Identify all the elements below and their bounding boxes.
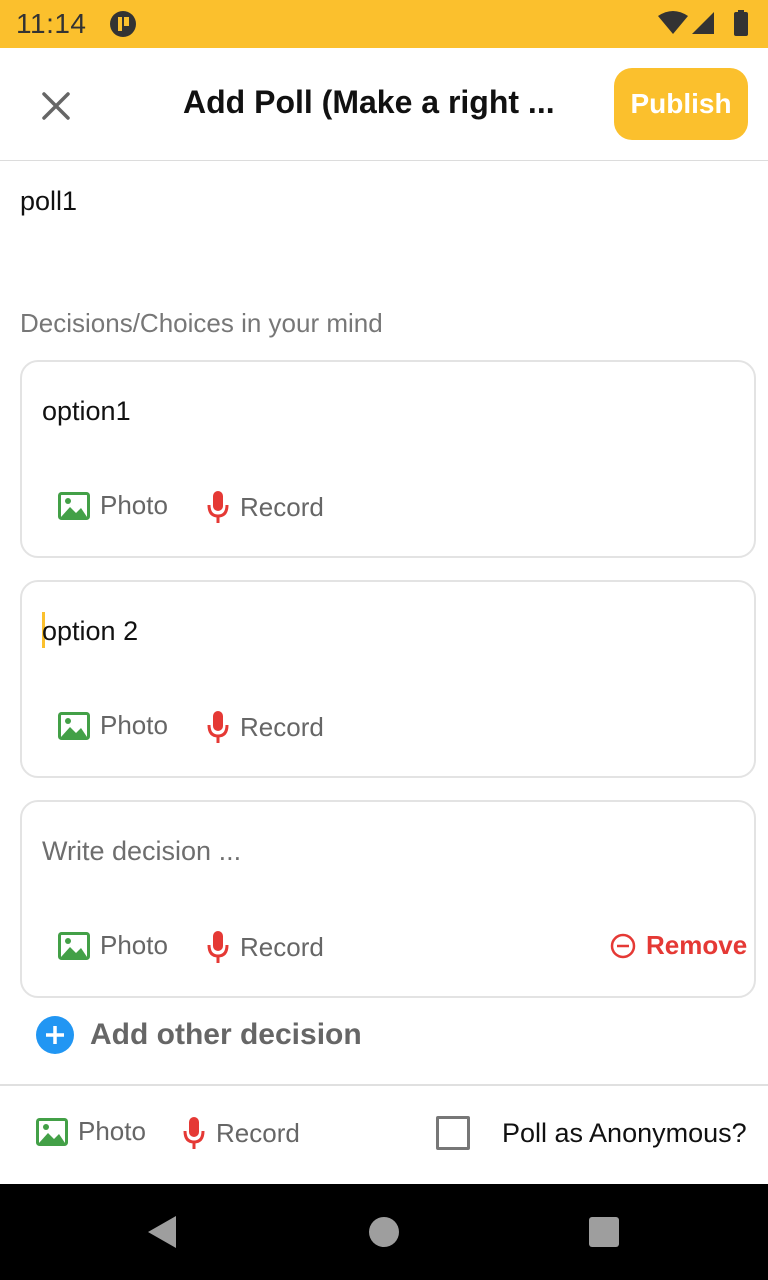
- photo-label: Photo: [100, 930, 168, 960]
- record-label: Record: [240, 491, 324, 522]
- system-nav-bar: [0, 1184, 768, 1280]
- status-icons: [656, 10, 754, 43]
- add-decision-label: Add other decision: [90, 1018, 362, 1051]
- poll-title-input[interactable]: poll1: [20, 186, 77, 217]
- section-label: Decisions/Choices in your mind: [20, 308, 383, 338]
- photo-button[interactable]: Photo: [58, 490, 168, 521]
- anonymous-label: Poll as Anonymous?: [502, 1118, 747, 1148]
- poll-photo-button[interactable]: Photo: [36, 1116, 146, 1147]
- wifi-icon: [658, 11, 688, 34]
- remove-button[interactable]: Remove: [610, 930, 747, 961]
- microphone-icon: [183, 1117, 205, 1149]
- photo-button[interactable]: Photo: [58, 710, 168, 741]
- anonymous-checkbox[interactable]: [436, 1116, 470, 1150]
- photo-label: Photo: [100, 490, 168, 520]
- app-bar: Add Poll (Make a right ... Publish: [0, 48, 768, 161]
- record-label: Record: [216, 1117, 300, 1148]
- photo-icon: [58, 711, 90, 740]
- decision-input[interactable]: Write decision ...: [42, 836, 241, 867]
- status-bar: 11:14: [0, 0, 768, 48]
- battery-icon: [734, 12, 748, 36]
- microphone-icon: [207, 931, 229, 963]
- photo-icon: [58, 491, 90, 520]
- photo-label: Photo: [100, 710, 168, 740]
- add-circle-icon: [36, 1016, 74, 1054]
- close-button[interactable]: [34, 84, 78, 128]
- decision-input[interactable]: option 2: [42, 616, 138, 647]
- record-button[interactable]: Record: [206, 930, 324, 964]
- app-notification-icon: [108, 9, 138, 44]
- microphone-icon: [207, 491, 229, 523]
- remove-circle-icon: [610, 933, 636, 958]
- home-icon[interactable]: [368, 1216, 400, 1248]
- divider: [0, 1084, 768, 1086]
- photo-icon: [58, 931, 90, 960]
- publish-button[interactable]: Publish: [614, 68, 748, 140]
- decision-input[interactable]: option1: [42, 396, 131, 427]
- record-button[interactable]: Record: [206, 710, 324, 744]
- back-icon[interactable]: [146, 1214, 178, 1250]
- remove-label: Remove: [646, 930, 748, 960]
- close-icon: [42, 92, 70, 120]
- page-title: Add Poll (Make a right ...: [183, 84, 555, 120]
- poll-record-button[interactable]: Record: [182, 1116, 300, 1150]
- add-decision-button[interactable]: Add other decision: [36, 1016, 362, 1054]
- photo-icon: [36, 1117, 68, 1146]
- record-label: Record: [240, 711, 324, 742]
- record-button[interactable]: Record: [206, 490, 324, 524]
- record-label: Record: [240, 931, 324, 962]
- decision-card: option 2 Photo Record: [20, 580, 756, 778]
- status-time: 11:14: [16, 8, 87, 39]
- decision-card: Write decision ... Photo Record Remove: [20, 800, 756, 998]
- photo-button[interactable]: Photo: [58, 930, 168, 961]
- decision-card: option1 Photo Record: [20, 360, 756, 558]
- microphone-icon: [207, 711, 229, 743]
- photo-label: Photo: [78, 1116, 146, 1146]
- signal-icon: [692, 12, 714, 34]
- recents-icon[interactable]: [588, 1216, 620, 1248]
